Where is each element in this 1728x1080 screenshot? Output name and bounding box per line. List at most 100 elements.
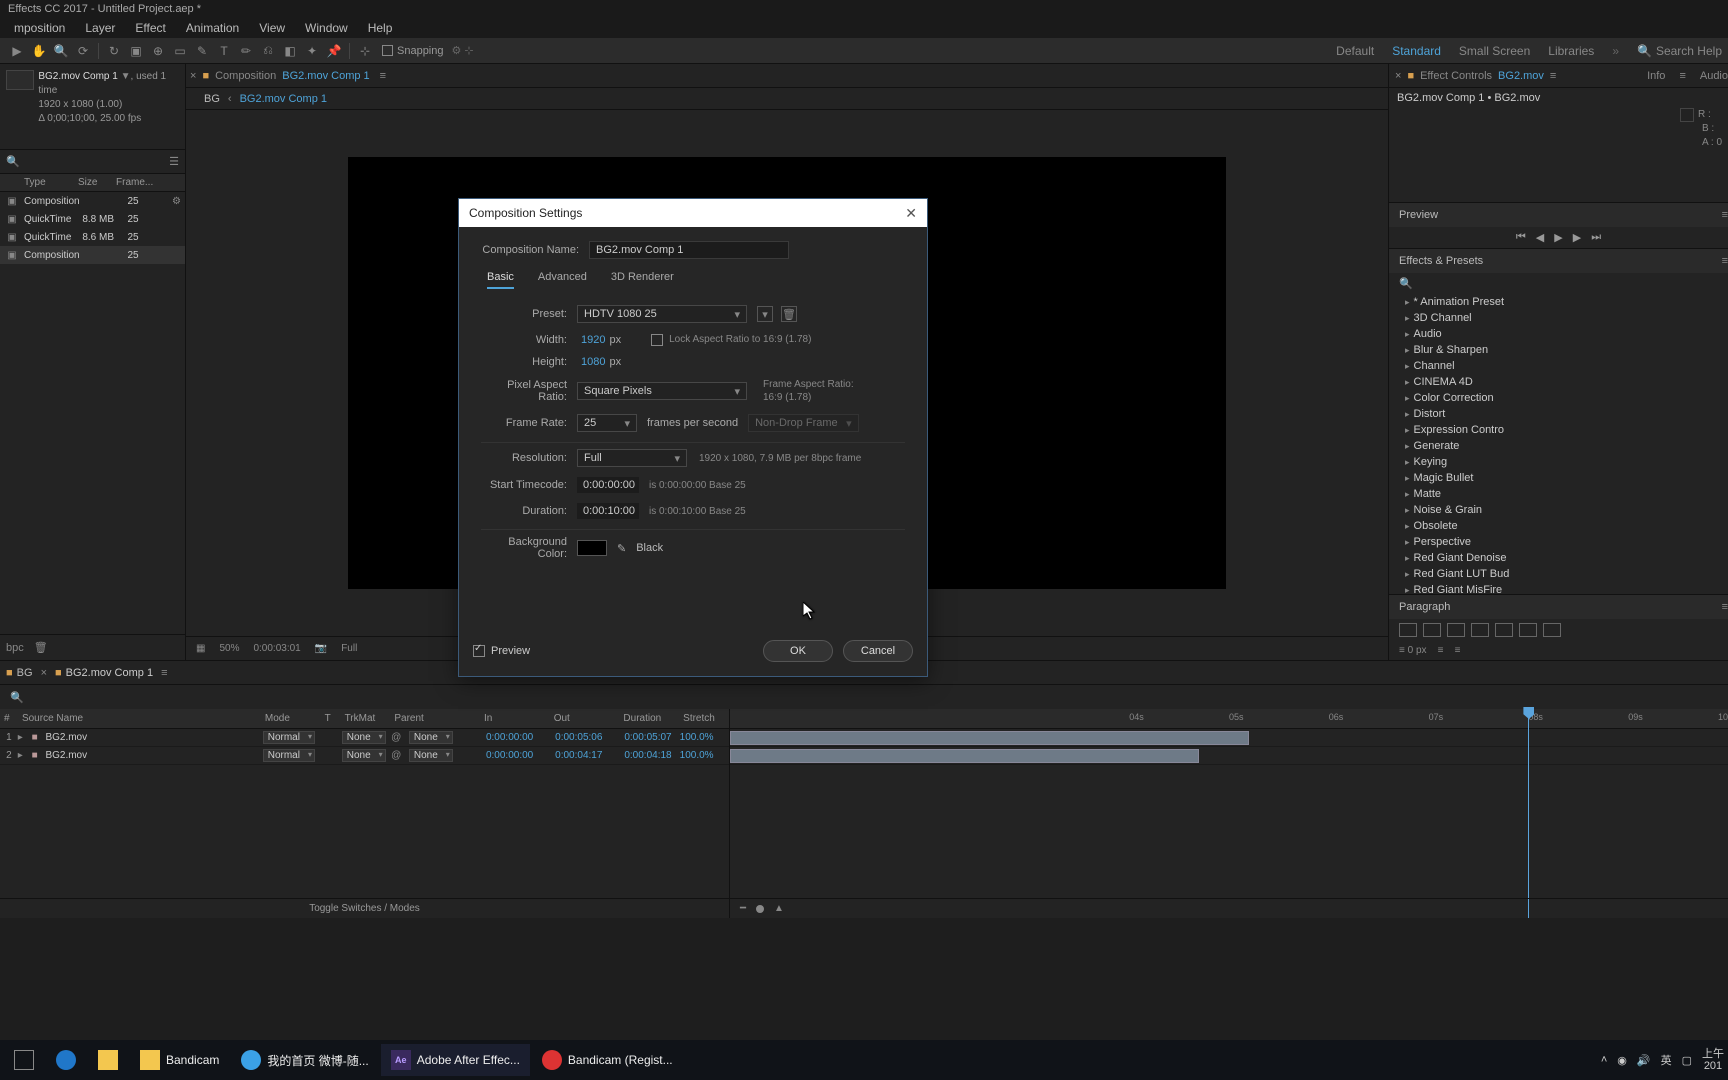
rotate-tool-icon[interactable]: ↻ [103, 41, 125, 61]
delete-preset-icon[interactable]: 🗑 [781, 306, 797, 322]
type-tool-icon[interactable]: T [213, 41, 235, 61]
align-right-icon[interactable] [1447, 623, 1465, 637]
res-select[interactable]: Full [577, 449, 687, 467]
preset-item[interactable]: 3D Channel [1389, 310, 1728, 326]
preset-item[interactable]: Generate [1389, 438, 1728, 454]
hand-tool-icon[interactable]: ✋ [28, 41, 50, 61]
start-input[interactable]: 0:00:00:00 [577, 477, 639, 493]
layer-dur[interactable]: 0:00:05:07 [620, 732, 679, 743]
pickwhip-icon[interactable]: @ [391, 732, 409, 743]
effects-presets-header[interactable]: Effects & Presets≡ [1389, 249, 1728, 273]
col-trk[interactable]: TrkMat [341, 713, 391, 724]
close-tab-icon[interactable]: × [41, 667, 47, 679]
mode-select[interactable]: Normal [263, 731, 315, 744]
tab-menu-icon[interactable]: ≡ [1550, 70, 1556, 82]
lock-ar-checkbox[interactable] [651, 334, 663, 346]
expand-icon[interactable]: ▸ [18, 732, 32, 743]
taskbar-bandicam-rec[interactable]: Bandicam (Regist... [532, 1044, 683, 1076]
preset-item[interactable]: Audio [1389, 326, 1728, 342]
menu-view[interactable]: View [249, 19, 295, 37]
col-frame[interactable]: Frame... [116, 177, 156, 188]
preset-item[interactable]: Noise & Grain [1389, 502, 1728, 518]
search-icon[interactable]: 🔍 [10, 691, 24, 704]
preset-item[interactable]: Color Correction [1389, 390, 1728, 406]
footer-res[interactable]: Full [341, 643, 357, 654]
preset-item[interactable]: Red Giant MisFire [1389, 582, 1728, 594]
audio-tab[interactable]: Audio [1700, 70, 1728, 82]
preset-item[interactable]: * Animation Preset [1389, 294, 1728, 310]
timeline-ruler[interactable]: 04s 05s 06s 07s 08s 09s 10s [730, 709, 1728, 729]
timeline-layer-row[interactable]: 1 ▸ ■ BG2.mov Normal None @ None 0:00:00… [0, 729, 729, 747]
close-tab-icon[interactable]: × [1395, 70, 1401, 82]
footer-grid-icon[interactable]: ▦ [196, 643, 205, 654]
taskview-icon[interactable] [4, 1044, 44, 1076]
timeline-zoom[interactable]: ━ ▲ [730, 898, 1728, 918]
tab-menu-icon[interactable]: ≡ [380, 70, 386, 82]
axis-icon[interactable]: ⊹ [354, 41, 376, 61]
project-item[interactable]: ▣ Composition 25 ⚙ [0, 192, 185, 210]
dialog-titlebar[interactable]: Composition Settings ✕ [459, 199, 927, 227]
col-in[interactable]: In [480, 713, 550, 724]
search-help[interactable]: 🔍 Search Help [1637, 44, 1722, 58]
composition-tab-name[interactable]: BG2.mov Comp 1 [282, 70, 369, 82]
preset-item[interactable]: Matte [1389, 486, 1728, 502]
prev-play-icon[interactable]: ▶ [1554, 231, 1562, 244]
breadcrumb-comp[interactable]: BG2.mov Comp 1 [240, 93, 327, 105]
tab-basic[interactable]: Basic [487, 271, 514, 289]
playhead[interactable] [1528, 709, 1529, 918]
eyedropper-icon[interactable]: ✎ [617, 542, 626, 555]
footer-camera-icon[interactable]: 📷 [315, 643, 327, 654]
menu-effect[interactable]: Effect [125, 19, 175, 37]
dur-input[interactable]: 0:00:10:00 [577, 503, 639, 519]
workspace-libraries[interactable]: Libraries [1548, 44, 1594, 58]
par-select[interactable]: Square Pixels [577, 382, 747, 400]
justify-full-icon[interactable] [1543, 623, 1561, 637]
align-center-icon[interactable] [1423, 623, 1441, 637]
preset-item[interactable]: Red Giant LUT Bud [1389, 566, 1728, 582]
col-size[interactable]: Size [78, 177, 116, 188]
puppet-tool-icon[interactable]: 📌 [323, 41, 345, 61]
project-item[interactable]: ▣ QuickTime 8.6 MB 25 [0, 228, 185, 246]
snap-opts-icon[interactable]: ⚙ ⊹ [452, 44, 474, 57]
timeline-tab-comp1[interactable]: ■BG2.mov Comp 1 [55, 667, 153, 679]
selection-tool-icon[interactable]: ▶ [6, 41, 28, 61]
preset-item[interactable]: Channel [1389, 358, 1728, 374]
camera-tool-icon[interactable]: ▣ [125, 41, 147, 61]
height-input[interactable]: 1080 [581, 356, 605, 368]
prev-back-icon[interactable]: ◀ [1536, 231, 1544, 244]
footer-zoom[interactable]: 50% [219, 643, 239, 654]
col-stretch[interactable]: Stretch [679, 713, 729, 724]
tray-up-icon[interactable]: ˄ [1601, 1054, 1607, 1066]
zoom-handle[interactable] [756, 905, 764, 913]
parent-select[interactable]: None [409, 731, 453, 744]
trkmat-select[interactable]: None [342, 731, 386, 744]
width-input[interactable]: 1920 [581, 334, 605, 346]
col-t[interactable]: T [321, 713, 341, 724]
layer-name[interactable]: BG2.mov [45, 750, 154, 761]
preset-item[interactable]: Expression Contro [1389, 422, 1728, 438]
tab-menu-icon[interactable]: ≡ [161, 667, 167, 679]
col-num[interactable]: # [0, 713, 18, 724]
system-tray[interactable]: ˄ ◉ 🔊 英▢ 上午201 [1601, 1048, 1724, 1072]
col-source[interactable]: Source Name [18, 713, 141, 724]
prev-last-icon[interactable]: ⏭ [1591, 231, 1601, 244]
layer-dur[interactable]: 0:00:04:18 [620, 750, 679, 761]
prev-first-icon[interactable]: ⏮ [1516, 231, 1526, 244]
layer-out[interactable]: 0:00:05:06 [551, 732, 620, 743]
col-type[interactable]: Type [0, 177, 78, 188]
brush-tool-icon[interactable]: ✏ [235, 41, 257, 61]
trash-icon[interactable]: 🗑 [34, 641, 48, 654]
cancel-button[interactable]: Cancel [843, 640, 913, 662]
layer-out[interactable]: 0:00:04:17 [551, 750, 620, 761]
menu-composition[interactable]: mposition [4, 19, 75, 37]
justify-center-icon[interactable] [1495, 623, 1513, 637]
save-preset-icon[interactable]: ▾ [757, 306, 773, 322]
filter-icon[interactable]: ☰ [169, 155, 179, 168]
footer-timecode[interactable]: 0:00:03:01 [253, 643, 300, 654]
pan-behind-tool-icon[interactable]: ⊕ [147, 41, 169, 61]
roto-tool-icon[interactable]: ✦ [301, 41, 323, 61]
timeline-tracks[interactable]: 04s 05s 06s 07s 08s 09s 10s ━ ▲ [730, 709, 1728, 918]
menu-help[interactable]: Help [358, 19, 403, 37]
preset-item[interactable]: CINEMA 4D [1389, 374, 1728, 390]
effect-controls-name[interactable]: BG2.mov [1498, 70, 1544, 82]
